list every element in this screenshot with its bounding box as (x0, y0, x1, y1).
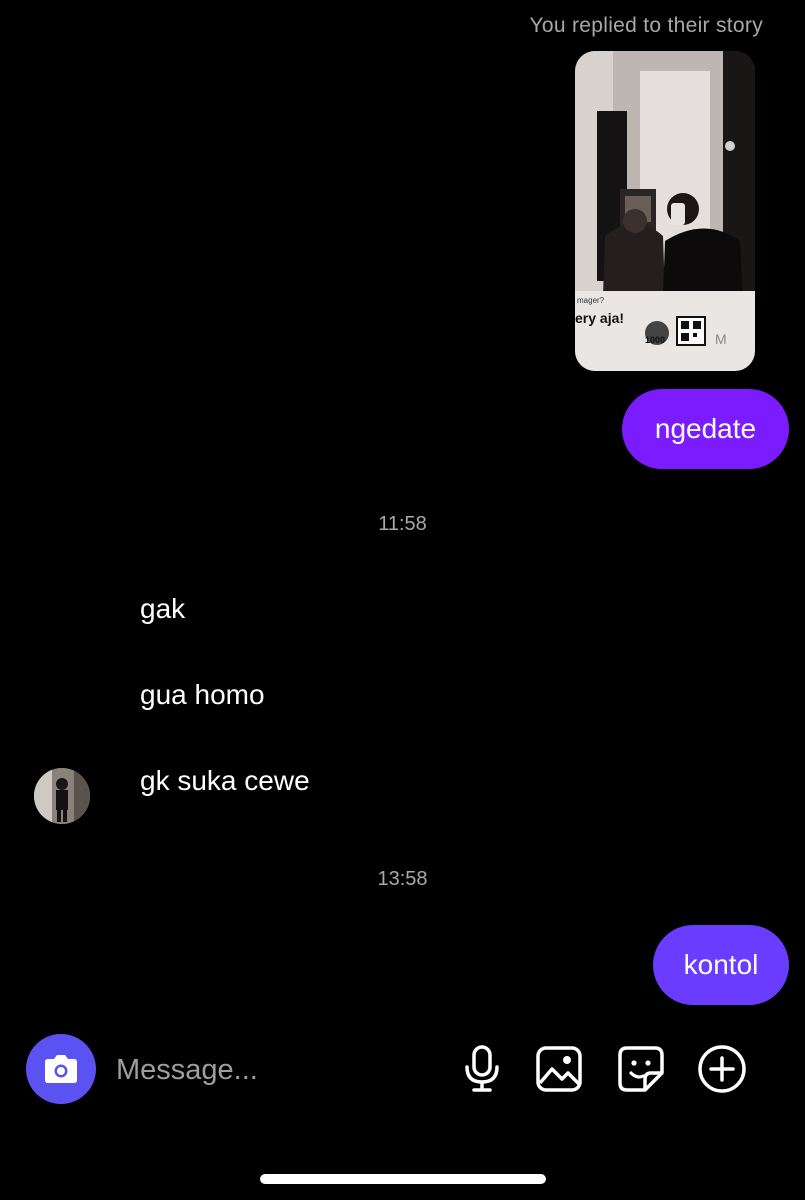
story-reply-label: You replied to their story (529, 14, 763, 37)
microphone-icon (465, 1045, 499, 1092)
gallery-icon (536, 1046, 582, 1092)
incoming-message[interactable]: gk suka cewe (140, 765, 310, 797)
plus-icon (698, 1045, 746, 1093)
sticker-icon (618, 1046, 664, 1092)
story-image-brand: M (715, 331, 727, 347)
avatar-photo (34, 768, 90, 824)
message-input[interactable] (116, 1048, 436, 1092)
more-button[interactable] (697, 1044, 747, 1094)
microphone-button[interactable] (457, 1044, 507, 1094)
timestamp: 13:58 (377, 868, 428, 890)
camera-icon (45, 1055, 77, 1083)
gallery-button[interactable] (534, 1044, 584, 1094)
timestamp: 11:58 (378, 513, 427, 535)
camera-button[interactable] (26, 1034, 96, 1104)
sticker-button[interactable] (616, 1044, 666, 1094)
incoming-message[interactable]: gua homo (140, 679, 265, 711)
home-indicator[interactable] (260, 1174, 546, 1184)
story-reply-thumbnail[interactable]: mager? ery aja! 1000 M (575, 51, 755, 371)
outgoing-message[interactable]: kontol (653, 925, 789, 1005)
story-image-text-2: ery aja! (575, 310, 624, 326)
incoming-message[interactable]: gak (140, 593, 185, 625)
outgoing-message[interactable]: ngedate (622, 389, 789, 469)
story-photo: mager? ery aja! 1000 M (575, 51, 755, 371)
story-image-badge: 1000 (645, 335, 665, 345)
avatar[interactable] (34, 768, 90, 824)
story-image-text-1: mager? (577, 296, 605, 305)
